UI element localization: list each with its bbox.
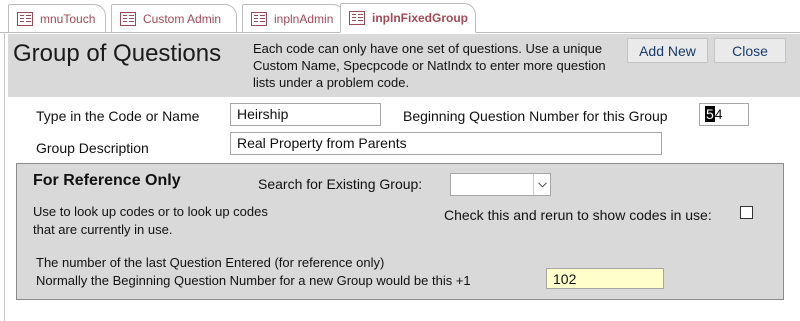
form-icon [251, 11, 267, 26]
dropdown-button[interactable] [533, 174, 550, 195]
last-question-number-field: 102 [546, 268, 664, 289]
page-title: Group of Questions [13, 40, 222, 67]
reference-help-text: Use to look up codes or to look up codes… [33, 204, 268, 237]
group-description-label: Group Description [36, 140, 149, 156]
code-name-input[interactable]: Heirship [230, 103, 381, 126]
chevron-down-icon [537, 181, 547, 188]
header-description: Each code can only have one set of quest… [253, 41, 606, 90]
access-form-window: mnuTouch Custom Admin inplnAdmin inplnFi… [0, 0, 800, 321]
form-left-border [4, 33, 5, 321]
form-icon [120, 11, 136, 26]
selected-text: 5 [705, 106, 715, 122]
show-codes-in-use-label: Check this and rerun to show codes in us… [444, 207, 712, 223]
show-codes-in-use-checkbox[interactable] [740, 206, 753, 219]
code-label: Type in the Code or Name [36, 108, 200, 124]
add-new-button[interactable]: Add New [627, 38, 708, 63]
beginning-question-input[interactable]: 54 [699, 103, 749, 126]
tab-mnutouch[interactable]: mnuTouch [8, 4, 106, 32]
reference-title: For Reference Only [33, 172, 181, 189]
unselected-text: 4 [714, 106, 723, 122]
last-question-label: The number of the last Question Entered … [36, 255, 385, 270]
tab-custom-admin[interactable]: Custom Admin [111, 4, 237, 32]
form-header: Group of Questions Each code can only ha… [8, 34, 800, 97]
beginning-question-label: Beginning Question Number for this Group [403, 108, 668, 124]
tab-label: mnuTouch [40, 11, 96, 26]
search-existing-group-label: Search for Existing Group: [258, 176, 423, 192]
tab-label: inplnAdmin [274, 11, 334, 26]
reference-section: For Reference Only Search for Existing G… [16, 163, 784, 300]
tab-label: Custom Admin [143, 11, 222, 26]
group-description-input[interactable]: Real Property from Parents [230, 132, 662, 155]
tab-label: inplnFixedGroup [372, 11, 468, 25]
form-icon [349, 11, 365, 25]
tab-inplnadmin[interactable]: inplnAdmin [242, 4, 345, 32]
next-question-hint: Normally the Beginning Question Number f… [36, 273, 471, 288]
tab-inplnfixedgroup[interactable]: inplnFixedGroup [340, 3, 476, 33]
search-existing-group-combo[interactable] [450, 173, 551, 196]
document-tabs: mnuTouch Custom Admin inplnAdmin inplnFi… [0, 0, 800, 33]
close-button[interactable]: Close [714, 38, 786, 63]
form-icon [17, 11, 33, 26]
